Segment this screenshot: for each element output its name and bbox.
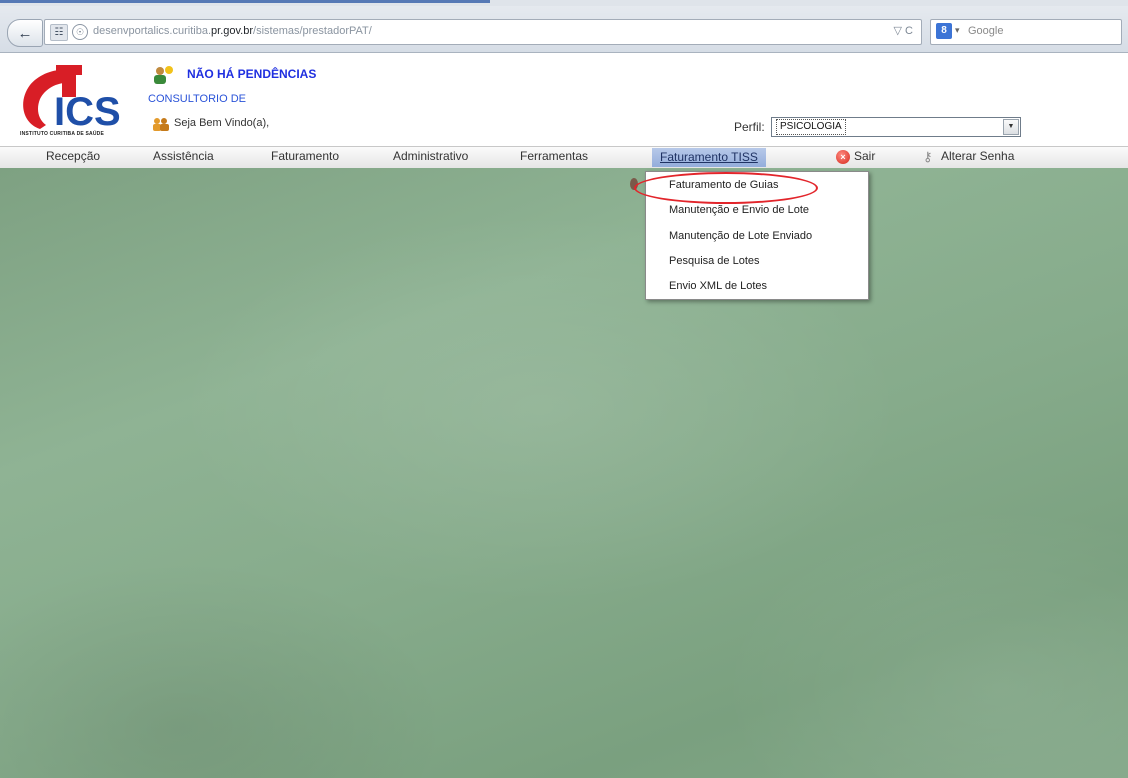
main-menu-bar: Recepção Assistência Faturamento Adminis… [0,146,1128,169]
perfil-select[interactable]: PSICOLOGIA ▼ [771,117,1021,137]
browser-toolbar: ← ☷ ☉ desenvportalics.curitiba.pr.gov.br… [0,0,1128,53]
menu-faturamento[interactable]: Faturamento [271,149,339,163]
reload-icon[interactable]: ▽ C [894,24,913,37]
address-bar[interactable]: ☷ ☉ desenvportalics.curitiba.pr.gov.br/s… [44,19,922,45]
chevron-down-icon[interactable]: ▼ [1003,119,1019,135]
url-domain: pr.gov.br [211,25,254,37]
chevron-down-icon[interactable]: ▾ [955,25,960,36]
url-suffix: /sistemas/prestadorPAT/ [253,25,372,37]
menu-administrativo[interactable]: Administrativo [393,149,468,163]
pending-status: NÃO HÁ PENDÊNCIAS [187,67,317,81]
menu-assistencia[interactable]: Assistência [153,149,214,163]
perfil-label: Perfil: [734,120,765,134]
user-alert-icon [154,66,173,84]
exit-icon[interactable]: × [836,150,850,164]
annotation-knob [630,178,638,190]
browser-tab-strip [0,0,1128,6]
key-icon[interactable]: ⚷ [923,150,933,164]
menu-faturamento-tiss[interactable]: Faturamento TISS [652,148,766,167]
menu-item-pesquisa-de-lotes[interactable]: Pesquisa de Lotes [669,255,760,267]
search-input[interactable]: 8 ▾ Google [930,19,1122,45]
menu-sair[interactable]: Sair [854,149,875,163]
url-text[interactable]: desenvportalics.curitiba.pr.gov.br/siste… [93,25,372,37]
back-arrow-icon[interactable]: ← [7,19,43,47]
menu-item-manutencao-lote-enviado[interactable]: Manutenção de Lote Enviado [669,230,812,242]
menu-recepcao[interactable]: Recepção [46,149,100,163]
page-identity-icon[interactable]: ☷ [50,24,68,41]
menu-ferramentas[interactable]: Ferramentas [520,149,588,163]
welcome-message: Seja Bem Vindo(a), [174,117,270,129]
url-prefix: desenvportalics.curitiba. [93,25,212,37]
app-header: ICS INSTITUTO CURITIBA DE SAÚDE NÃO HÁ P… [0,53,1128,146]
consultorio-label: CONSULTORIO DE [148,93,246,105]
users-icon [153,118,169,131]
page-background [0,168,1128,778]
menu-item-faturamento-de-guias[interactable]: Faturamento de Guias [669,179,778,191]
perfil-selected-value: PSICOLOGIA [776,119,846,135]
active-tab-indicator [0,0,490,3]
menu-alterar-senha[interactable]: Alterar Senha [941,149,1014,163]
ics-logo-mark: ICS [23,65,121,133]
menu-item-manutencao-envio-lote[interactable]: Manutenção e Envio de Lote [669,204,809,216]
ics-logo: ICS INSTITUTO CURITIBA DE SAÚDE [18,63,142,141]
faturamento-tiss-dropdown: Faturamento de Guias Manutenção e Envio … [645,171,869,300]
logo-subtitle: INSTITUTO CURITIBA DE SAÚDE [20,131,105,137]
logo-text: ICS [54,90,121,133]
search-placeholder: Google [968,25,1004,37]
globe-icon: ☉ [72,24,88,40]
menu-item-envio-xml-de-lotes[interactable]: Envio XML de Lotes [669,280,767,292]
google-icon[interactable]: 8 [936,23,952,39]
